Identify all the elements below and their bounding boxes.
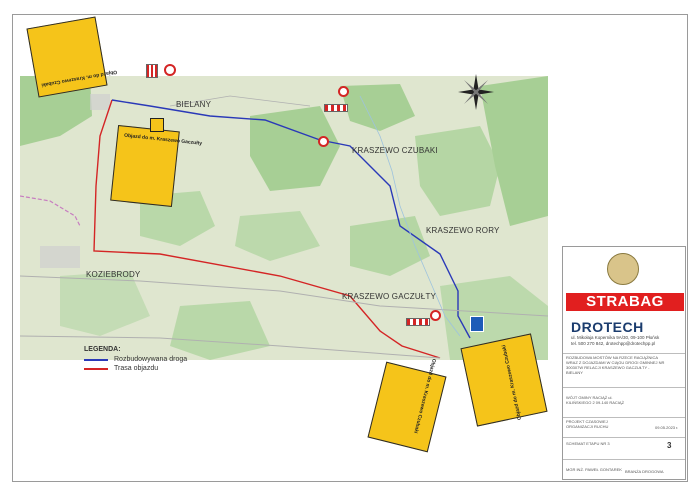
barrier-icon [324,104,348,112]
no-entry-icon [164,64,176,76]
investor: WÓJT GMINY RACIĄŻ ul. KILIŃSKIEGO 2 09-1… [566,395,625,405]
legend-line-detour [84,367,108,370]
stage: PROJEKT CZASOWEJ ORGANIZACJI RUCHU [566,419,609,429]
place-rory: KRASZEWO RORY [426,226,500,235]
designer-role: BRANŻA DROGOWA [625,469,664,474]
detour-sign-mid: Objazd do m. Kraszewo Gaczułty [110,124,202,208]
no-entry-icon [318,136,329,147]
barrier-icon [146,64,158,78]
barrier-icon [406,318,430,326]
drotech-logo: DROTECH [571,319,644,335]
legend-label: Trasa objazdu [114,365,159,372]
title-block: STRABAG DROTECH ul. Mikołaja Kopernika 9… [562,246,686,480]
company-address: ul. Mikołaja Kopernika 9A/30, 09-100 Pło… [571,335,659,347]
place-koziebrody: KOZIEBRODY [86,270,141,279]
project-name: ROZBUDOWA MOSTÓW NA RZECE RACIĄŻNICA WRA… [566,355,665,375]
legend-line-road [84,358,108,361]
warning-sign-icon [150,118,164,132]
dead-end-icon [470,316,484,332]
map-area [20,76,548,360]
no-entry-icon [338,86,349,97]
designer: MGR INŻ. PAWEŁ GONTAREK [566,467,622,472]
place-bielany: BIELANY [176,100,212,109]
date: 09.05.2023 r. [655,425,679,430]
sheet-number: 3 [667,441,672,450]
legend-item-road: Rozbudowywana droga [84,355,187,364]
detour-sign-text: Objazd do m. Kraszewo Czubaki [501,344,523,421]
place-gaczulty: KRASZEWO GACZUŁTY [342,292,437,301]
drawing-title: SCHEMAT ETAPU NR 3 [566,441,610,446]
award-logo-icon [607,253,639,285]
legend-label: Rozbudowywana droga [114,356,188,363]
detour-sign-topleft: Objazd do m. Kraszewo Czubaki [26,16,117,98]
legend-item-detour: Trasa objazdu [84,364,187,373]
map-legend: LEGENDA: Rozbudowywana droga Trasa objaz… [84,346,187,373]
legend-title: LEGENDA: [84,346,121,353]
no-entry-icon [430,310,441,321]
compass-rose-icon [458,74,494,110]
contact-line: tel. 500 270 842, drotechpp@drotechpp.pl [571,341,656,346]
place-czubaki: KRASZEWO CZUBAKI [352,146,438,155]
strabag-logo: STRABAG [566,293,684,311]
detour-sign-text: Objazd do m. Kraszewo Czubaki [40,68,118,88]
